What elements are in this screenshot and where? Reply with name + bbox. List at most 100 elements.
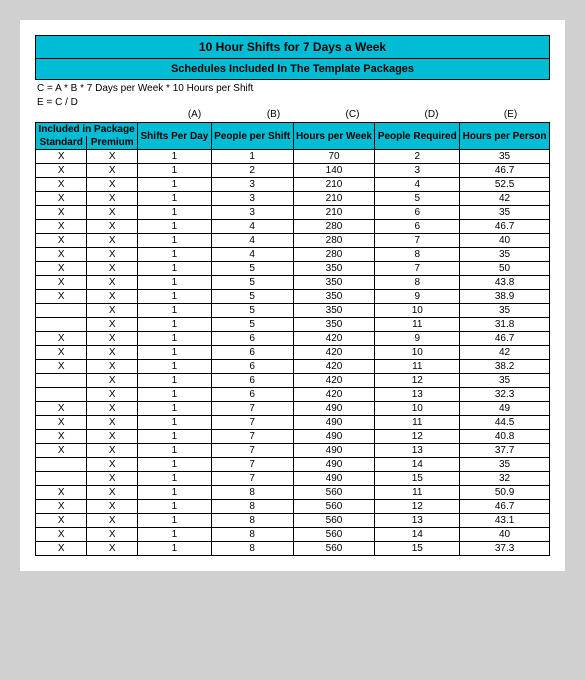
table-row: X164201332.3 (36, 388, 550, 402)
table-cell: 40.8 (460, 430, 550, 444)
table-row: XX185601343.1 (36, 514, 550, 528)
table-cell: 1 (138, 374, 212, 388)
table-row: X174901532 (36, 472, 550, 486)
table-cell: 8 (211, 486, 293, 500)
table-row: XX15350843.8 (36, 276, 550, 290)
table-cell: 46.7 (460, 164, 550, 178)
table-cell: 8 (375, 248, 460, 262)
table-cell: 420 (293, 332, 375, 346)
table-cell: X (87, 220, 138, 234)
table-row: XX174901337.7 (36, 444, 550, 458)
table-cell: X (36, 528, 87, 542)
table-cell: 4 (211, 248, 293, 262)
table-cell: 42 (460, 192, 550, 206)
table-cell: X (36, 220, 87, 234)
table-cell: 11 (375, 318, 460, 332)
table-cell: 7 (211, 402, 293, 416)
table-cell: 6 (211, 388, 293, 402)
col-letter-b: (B) (241, 109, 306, 120)
table-cell: 210 (293, 192, 375, 206)
table-cell: 10 (375, 304, 460, 318)
table-cell: X (87, 528, 138, 542)
table-cell: 5 (211, 304, 293, 318)
table-cell: 43.1 (460, 514, 550, 528)
table-cell: 420 (293, 374, 375, 388)
table-row: XX164201138.2 (36, 360, 550, 374)
table-cell: 1 (138, 318, 212, 332)
title-bar: 10 Hour Shifts for 7 Days a Week (35, 35, 550, 59)
table-cell: 37.3 (460, 542, 550, 556)
table-cell: 11 (375, 486, 460, 500)
table-cell: 7 (211, 430, 293, 444)
header-people: People per Shift (211, 123, 293, 150)
table-cell: X (36, 542, 87, 556)
table-cell: 5 (211, 318, 293, 332)
table-cell: 15 (375, 472, 460, 486)
table-cell: X (36, 332, 87, 346)
table-cell: 3 (211, 206, 293, 220)
table-cell: 32 (460, 472, 550, 486)
table-cell: 12 (375, 500, 460, 514)
table-cell: 140 (293, 164, 375, 178)
table-cell (36, 374, 87, 388)
table-cell: 5 (211, 290, 293, 304)
table-cell: 32.3 (460, 388, 550, 402)
table-cell: 1 (138, 542, 212, 556)
header-people-req: People Required (375, 123, 460, 150)
table-cell: X (36, 150, 87, 164)
table-cell (36, 472, 87, 486)
table-cell (36, 304, 87, 318)
table-cell: 14 (375, 528, 460, 542)
table-cell: 46.7 (460, 500, 550, 514)
table-row: XX14280740 (36, 234, 550, 248)
table-cell: 35 (460, 206, 550, 220)
table-cell: X (87, 500, 138, 514)
table-cell: X (36, 360, 87, 374)
table-cell: X (87, 458, 138, 472)
table-cell: 420 (293, 360, 375, 374)
table-cell: 14 (375, 458, 460, 472)
table-cell: 1 (138, 346, 212, 360)
col-letter-a: (A) (162, 109, 227, 120)
table-cell: X (87, 164, 138, 178)
table-cell: X (36, 164, 87, 178)
table-cell: 490 (293, 458, 375, 472)
header-row-top: Included in Package Shifts Per Day Peopl… (36, 123, 550, 137)
table-cell: X (87, 444, 138, 458)
table-row: X153501035 (36, 304, 550, 318)
formula1: C = A * B * 7 Days per Week * 10 Hours p… (37, 83, 550, 94)
table-cell: X (36, 276, 87, 290)
table-cell: 1 (138, 150, 212, 164)
table-cell (36, 388, 87, 402)
table-cell: X (87, 262, 138, 276)
table-cell: 280 (293, 248, 375, 262)
table-cell: X (36, 416, 87, 430)
table-cell: 35 (460, 150, 550, 164)
table-cell: 12 (375, 374, 460, 388)
table-cell: 52.5 (460, 178, 550, 192)
formula2: E = C / D (37, 97, 550, 108)
table-cell: X (87, 472, 138, 486)
table-cell: 350 (293, 318, 375, 332)
column-letters-row: (A) (B) (C) (D) (E) (35, 109, 550, 120)
table-cell: 490 (293, 444, 375, 458)
table-cell: X (87, 178, 138, 192)
table-cell: 44.5 (460, 416, 550, 430)
table-row: XX13210542 (36, 192, 550, 206)
table-cell: 1 (138, 290, 212, 304)
table-cell: X (36, 206, 87, 220)
table-cell: 490 (293, 472, 375, 486)
table-cell: X (87, 360, 138, 374)
table-cell: X (87, 206, 138, 220)
header-included: Included in Package (36, 123, 138, 137)
table-cell: X (36, 262, 87, 276)
table-cell: 6 (375, 206, 460, 220)
table-cell: 10 (375, 346, 460, 360)
col-letter-e: (E) (478, 109, 543, 120)
schedule-table: Included in Package Shifts Per Day Peopl… (35, 122, 550, 556)
table-cell: X (36, 402, 87, 416)
table-row: XX14280835 (36, 248, 550, 262)
table-cell: 4 (375, 178, 460, 192)
table-cell: X (87, 276, 138, 290)
table-cell: 2 (211, 164, 293, 178)
